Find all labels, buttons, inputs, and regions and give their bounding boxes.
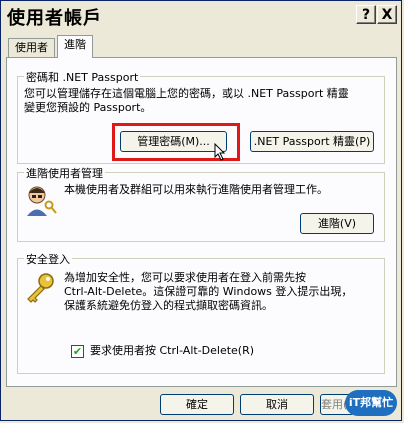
close-button[interactable]: X	[377, 5, 397, 24]
mouse-cursor-icon	[214, 143, 226, 161]
secure-description-line3: 保護系統避免仿登入的程式擷取密碼資訊。	[64, 299, 273, 312]
advanced-description: 本機使用者及群組可以用來執行進階使用者管理工作。	[64, 183, 328, 196]
title-bar: 使用者帳戶 ? X	[1, 1, 401, 29]
passwords-group-label: 密碼和 .NET Passport	[24, 69, 141, 85]
advanced-group-label: 進階使用者管理	[24, 165, 105, 181]
advanced-user-management-group: 進階使用者管理 本機使用者及群組可以用來執行進階使用者管理工作。 進階(V)	[17, 165, 385, 242]
tab-advanced[interactable]: 進階	[57, 35, 93, 58]
secure-logon-group: 安全登入 為增加安全性，您可以要求使用者在登入前需先按 Ctrl-Alt-Del…	[17, 251, 385, 374]
help-button[interactable]: ?	[356, 5, 376, 24]
net-passport-wizard-button[interactable]: .NET Passport 精靈(P)	[250, 131, 374, 152]
advanced-tab-panel: 密碼和 .NET Passport 您可以管理儲存在這個電腦上您的密碼，或以 .…	[6, 57, 397, 387]
tab-users[interactable]: 使用者	[8, 38, 55, 57]
passwords-group: 密碼和 .NET Passport 您可以管理儲存在這個電腦上您的密碼，或以 .…	[17, 69, 385, 164]
cancel-button[interactable]: 取消	[240, 394, 314, 415]
passwords-description-line2: 變更您預設的 Passport。	[24, 101, 152, 114]
manage-passwords-button[interactable]: 管理密碼(M)...	[120, 131, 227, 152]
key-icon	[27, 273, 54, 303]
require-ctrl-alt-delete-label[interactable]: 要求使用者按 Ctrl-Alt-Delete(R)	[90, 344, 254, 358]
passwords-description-line1: 您可以管理儲存在這個電腦上您的密碼，或以 .NET Passport 精靈	[24, 87, 349, 100]
require-ctrl-alt-delete-checkbox[interactable]: ✔	[71, 345, 84, 358]
secure-description-line1: 為增加安全性，您可以要求使用者在登入前需先按	[64, 271, 306, 284]
advanced-button[interactable]: 進階(V)	[300, 213, 374, 234]
ithome-watermark-logo: iT邦幫忙	[345, 390, 397, 416]
secure-description-line2: Ctrl-Alt-Delete。這保證可靠的 Windows 登入提示出現，	[64, 285, 353, 298]
user-accounts-dialog: 使用者帳戶 ? X 使用者 進階 密碼和 .NET Passport 您可以管理…	[0, 0, 402, 421]
window-title: 使用者帳戶	[7, 8, 102, 29]
user-management-icon	[27, 186, 57, 216]
secure-logon-group-label: 安全登入	[24, 251, 72, 267]
ok-button[interactable]: 確定	[160, 394, 234, 415]
